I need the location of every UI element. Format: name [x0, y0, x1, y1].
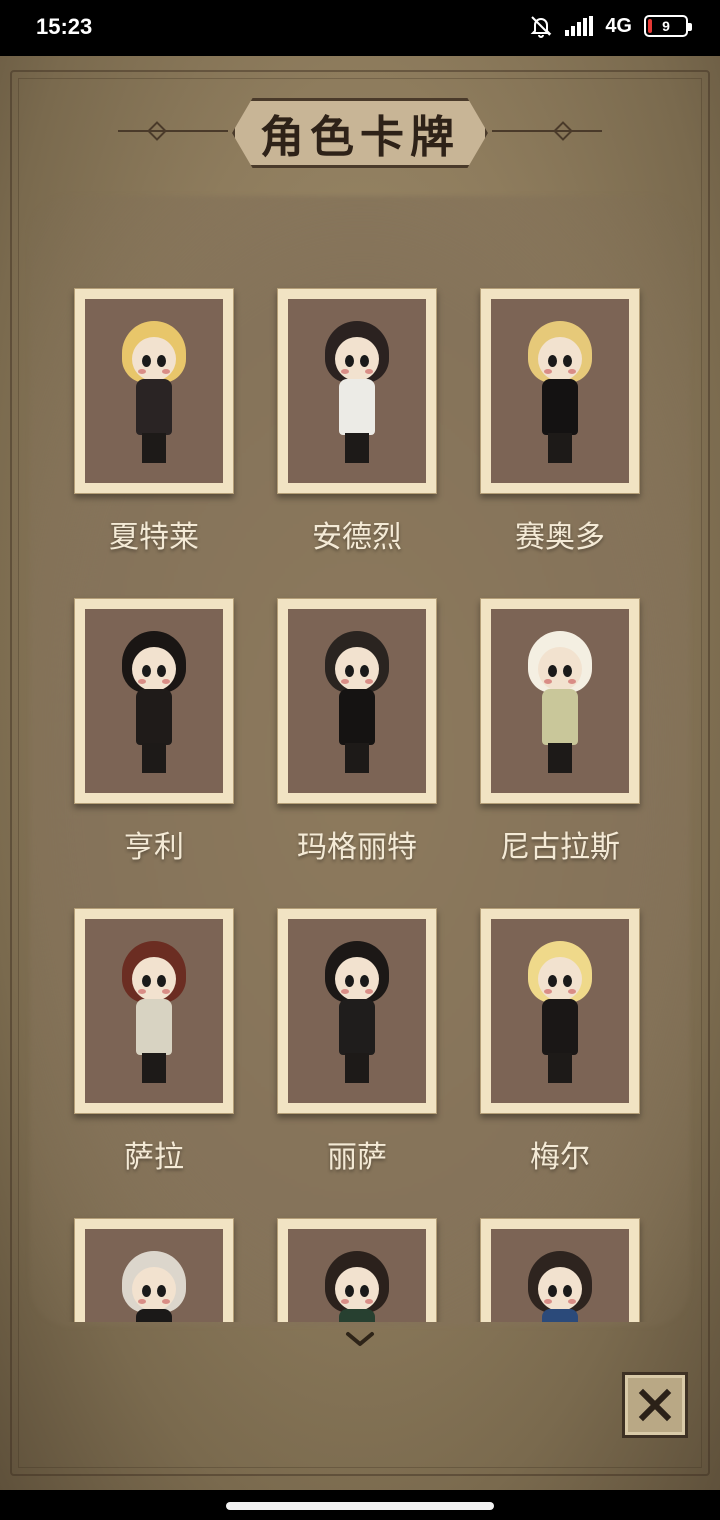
- character-name: 亨利: [124, 830, 184, 865]
- status-time: 15:23: [36, 14, 93, 39]
- character-name: 丽萨: [327, 1140, 387, 1175]
- title-ornament-left: [118, 130, 228, 132]
- character-portrait-frame: [277, 1218, 437, 1322]
- character-card[interactable]: 丽萨: [277, 908, 437, 1176]
- character-portrait: [85, 1229, 223, 1322]
- character-card[interactable]: 萨拉: [74, 908, 234, 1176]
- character-card[interactable]: 亨利: [74, 598, 234, 866]
- character-portrait-frame: [277, 288, 437, 494]
- character-portrait: [491, 1229, 629, 1322]
- battery-level: [648, 19, 652, 33]
- character-figure: [114, 317, 194, 467]
- character-portrait: [288, 1229, 426, 1322]
- character-figure: [520, 627, 600, 777]
- character-card[interactable]: 夏特莱: [74, 288, 234, 556]
- close-icon: [638, 1388, 672, 1422]
- character-portrait-frame: [480, 908, 640, 1114]
- character-portrait: [288, 299, 426, 483]
- character-figure: [114, 937, 194, 1087]
- signal-icon: [565, 16, 594, 36]
- home-indicator[interactable]: [226, 1502, 494, 1510]
- character-portrait: [85, 299, 223, 483]
- character-card[interactable]: [480, 1218, 640, 1322]
- character-figure: [317, 317, 397, 467]
- character-portrait-frame: [480, 288, 640, 494]
- status-bar: 15:23 4G 9: [0, 0, 720, 56]
- page-title: 角色卡牌: [260, 112, 460, 163]
- character-cards-panel: 角色卡牌 夏特莱 安德烈 赛奥多亨利 玛格丽特 尼古拉斯萨拉 丽萨 梅尔: [0, 56, 720, 1490]
- character-name: 安德烈: [312, 520, 402, 555]
- character-name: 玛格丽特: [297, 830, 417, 865]
- character-portrait: [288, 919, 426, 1103]
- character-name: 梅尔: [530, 1140, 590, 1175]
- character-name: 夏特莱: [109, 520, 199, 555]
- navigation-bar: [0, 1490, 720, 1520]
- network-type: 4G: [605, 14, 632, 37]
- character-portrait-frame: [277, 598, 437, 804]
- character-card-grid: 夏特莱 安德烈 赛奥多亨利 玛格丽特 尼古拉斯萨拉 丽萨 梅尔: [0, 226, 720, 1322]
- character-card[interactable]: [74, 1218, 234, 1322]
- chevron-down-icon[interactable]: [340, 1328, 380, 1352]
- character-card[interactable]: [277, 1218, 437, 1322]
- bell-muted-icon: [530, 16, 552, 38]
- status-icons: 4G 9: [529, 14, 692, 38]
- battery-percent: 9: [662, 18, 670, 34]
- character-portrait-frame: [74, 908, 234, 1114]
- character-card[interactable]: 梅尔: [480, 908, 640, 1176]
- character-portrait: [491, 299, 629, 483]
- character-portrait: [288, 609, 426, 793]
- character-figure: [114, 1247, 194, 1322]
- battery-icon: 9: [644, 15, 692, 37]
- character-figure: [520, 1247, 600, 1322]
- character-figure: [317, 627, 397, 777]
- character-name: 尼古拉斯: [500, 830, 620, 865]
- character-figure: [520, 937, 600, 1087]
- character-portrait: [491, 919, 629, 1103]
- character-portrait-frame: [74, 598, 234, 804]
- character-figure: [520, 317, 600, 467]
- title-ornament-right: [492, 130, 602, 132]
- character-card[interactable]: 玛格丽特: [277, 598, 437, 866]
- title-plaque: 角色卡牌: [232, 98, 488, 168]
- character-portrait-frame: [277, 908, 437, 1114]
- character-card[interactable]: 尼古拉斯: [480, 598, 640, 866]
- character-portrait-frame: [74, 288, 234, 494]
- character-figure: [317, 937, 397, 1087]
- character-name: 赛奥多: [515, 520, 605, 555]
- character-name: 萨拉: [124, 1140, 184, 1175]
- character-portrait-frame: [480, 598, 640, 804]
- character-portrait-frame: [74, 1218, 234, 1322]
- character-portrait: [85, 609, 223, 793]
- character-figure: [317, 1247, 397, 1322]
- character-card[interactable]: 安德烈: [277, 288, 437, 556]
- character-portrait-frame: [480, 1218, 640, 1322]
- character-portrait: [85, 919, 223, 1103]
- character-portrait: [491, 609, 629, 793]
- character-card[interactable]: 赛奥多: [480, 288, 640, 556]
- close-button[interactable]: [622, 1372, 688, 1438]
- character-figure: [114, 627, 194, 777]
